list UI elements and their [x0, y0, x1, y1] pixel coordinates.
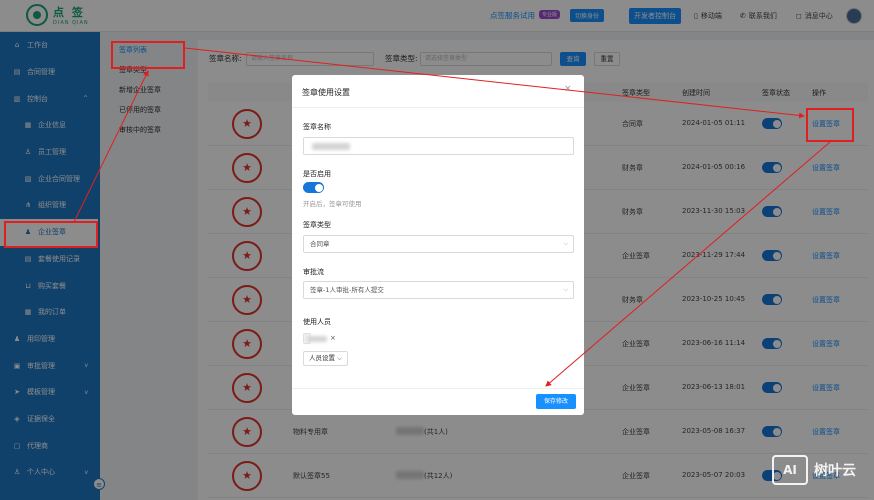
arrow-list-to-set-seal	[184, 47, 805, 119]
arrow-sidebar-to-list	[73, 70, 149, 223]
annotation-arrows	[73, 47, 831, 387]
watermark-logo: AI	[772, 455, 808, 485]
watermark: AI 树叶云	[772, 455, 856, 485]
watermark-text: 树叶云	[814, 463, 856, 479]
arrow-set-seal-to-save	[545, 141, 831, 387]
